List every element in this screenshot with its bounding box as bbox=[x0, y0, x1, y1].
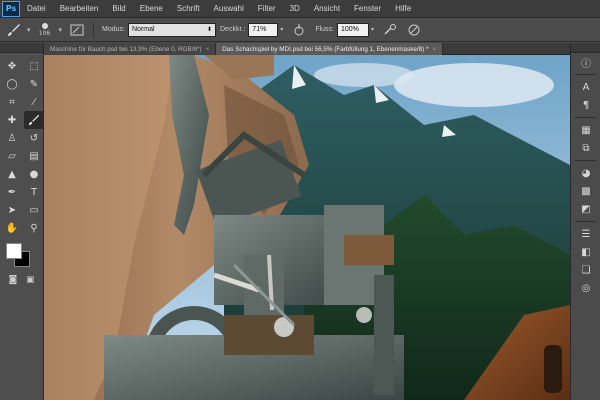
gradient-tool-icon[interactable]: ▤ bbox=[24, 147, 44, 165]
photoshop-logo: Ps bbox=[2, 0, 20, 17]
brush-tool-icon[interactable] bbox=[4, 20, 24, 40]
select-arrows-icon: ⬍ bbox=[206, 27, 212, 33]
screen-mode-icon[interactable]: ▣ bbox=[26, 275, 35, 285]
cloud bbox=[394, 63, 554, 107]
canvas-artwork bbox=[44, 55, 570, 400]
document-tab-active[interactable]: Das Schachspiel by MDI.psd bei 56,5% (Fa… bbox=[216, 43, 444, 55]
color-swatches bbox=[0, 241, 43, 271]
menu-schrift[interactable]: Schrift bbox=[170, 4, 207, 13]
color-panel-icon[interactable]: ◕ bbox=[571, 164, 600, 182]
layers-panel-icon[interactable]: ❏ bbox=[571, 261, 600, 279]
masks-panel-icon[interactable]: ◧ bbox=[571, 243, 600, 261]
menu-bild[interactable]: Bild bbox=[105, 4, 132, 13]
opacity-pressure-icon[interactable] bbox=[291, 22, 307, 38]
mode-value: Normal bbox=[132, 26, 155, 33]
close-icon[interactable]: × bbox=[432, 46, 436, 53]
adjustments-panel-icon[interactable]: ☰ bbox=[571, 225, 600, 243]
move-tool-icon[interactable]: ✥ bbox=[2, 57, 22, 75]
separator bbox=[93, 21, 95, 38]
eraser-tool-icon[interactable]: ▱ bbox=[2, 147, 22, 165]
separator bbox=[575, 74, 596, 75]
mode-label: Modus: bbox=[102, 26, 125, 33]
document-canvas[interactable] bbox=[44, 55, 570, 400]
menu-bearbeiten[interactable]: Bearbeiten bbox=[53, 4, 106, 13]
close-icon[interactable]: × bbox=[206, 46, 210, 53]
document-tab[interactable]: Maschine für Bauch.psd bei 13,9% (Ebene … bbox=[44, 43, 217, 55]
dodge-tool-icon[interactable]: ● bbox=[24, 165, 44, 183]
opacity-slider-caret-icon[interactable]: ▾ bbox=[280, 26, 283, 33]
eyedropper-tool-icon[interactable]: ⁄ bbox=[24, 93, 44, 111]
flow-input[interactable]: 100% bbox=[336, 22, 369, 37]
swatches-panel-icon[interactable]: ▩ bbox=[571, 182, 600, 200]
document-tab-label: Das Schachspiel by MDI.psd bei 56,5% (Fa… bbox=[222, 45, 429, 53]
separator bbox=[575, 221, 596, 222]
opacity-label: Deckkr.: bbox=[220, 26, 246, 33]
panel-grip[interactable] bbox=[571, 43, 600, 53]
flow-label: Fluss: bbox=[315, 26, 334, 33]
paragraph-panel-icon[interactable]: ¶ bbox=[571, 96, 600, 114]
panel-dock: ⓘ A ¶ ▦ ⧉ ◕ ▩ ◩ ☰ ◧ ❏ ◎ bbox=[570, 43, 600, 400]
brush-tool-icon-active[interactable] bbox=[24, 111, 44, 129]
menu-fenster[interactable]: Fenster bbox=[347, 4, 388, 13]
character-panel-icon[interactable]: A bbox=[571, 78, 600, 96]
tablet-pressure-size-icon[interactable] bbox=[406, 22, 422, 38]
hand-tool-icon[interactable]: ✋ bbox=[2, 219, 22, 237]
path-selection-tool-icon[interactable]: ➤ bbox=[2, 201, 22, 219]
opacity-input[interactable]: 71% bbox=[248, 22, 279, 37]
menu-bar: Ps Datei Bearbeiten Bild Ebene Schrift A… bbox=[0, 0, 600, 18]
menu-ebene[interactable]: Ebene bbox=[133, 4, 170, 13]
document-tab-bar: Maschine für Bauch.psd bei 13,9% (Ebene … bbox=[44, 43, 570, 55]
rect-marquee-tool-icon[interactable]: ⬚ bbox=[24, 57, 44, 75]
photoshop-window: Ps Datei Bearbeiten Bild Ebene Schrift A… bbox=[0, 0, 600, 400]
pen-tool-icon[interactable]: ✒ bbox=[2, 183, 22, 201]
shape-tool-icon[interactable]: ▭ bbox=[24, 201, 44, 219]
quick-selection-tool-icon[interactable]: ✎ bbox=[24, 75, 44, 93]
blur-tool-icon[interactable]: ▲ bbox=[2, 165, 22, 183]
brush-size-value: 106 bbox=[38, 29, 51, 37]
cloud bbox=[314, 63, 414, 87]
menu-auswahl[interactable]: Auswahl bbox=[207, 4, 251, 13]
options-bar: ▾ 106 ▾ Modus: Normal ⬍ Deckkr.: 71% ▾ F… bbox=[0, 18, 600, 42]
brush-preset-picker[interactable]: 106 bbox=[34, 20, 56, 40]
brush-panel-toggle-icon[interactable] bbox=[69, 22, 85, 38]
brush-preset-caret-icon[interactable]: ▾ bbox=[59, 26, 63, 34]
clone-source-panel-icon[interactable]: ⧉ bbox=[571, 139, 600, 157]
mode-select[interactable]: Normal ⬍ bbox=[128, 22, 216, 37]
type-tool-icon[interactable]: T bbox=[24, 183, 44, 201]
styles-panel-icon[interactable]: ◩ bbox=[571, 200, 600, 218]
info-panel-icon[interactable]: ⓘ bbox=[571, 53, 600, 71]
menu-hilfe[interactable]: Hilfe bbox=[388, 4, 418, 13]
brush-tip-icon bbox=[41, 22, 48, 29]
panel-grip[interactable] bbox=[0, 43, 43, 53]
quick-mask-icon[interactable]: ◙ bbox=[8, 275, 17, 285]
healing-brush-tool-icon[interactable]: ✚ bbox=[2, 111, 22, 129]
tools-panel: ✥ ⬚ ◯ ✎ ⌗ ⁄ ✚ ♙ ↺ ▱ ▤ ▲ ● ✒ T ➤ ▭ ✋ ⚲ ◙ … bbox=[0, 43, 44, 400]
menu-filter[interactable]: Filter bbox=[251, 4, 283, 13]
tool-preset-caret-icon[interactable]: ▾ bbox=[27, 26, 31, 34]
menu-ansicht[interactable]: Ansicht bbox=[307, 4, 347, 13]
brush-panel-icon[interactable]: ▦ bbox=[571, 121, 600, 139]
document-tab-label: Maschine für Bauch.psd bei 13,9% (Ebene … bbox=[50, 45, 202, 53]
zoom-tool-icon[interactable]: ⚲ bbox=[24, 219, 44, 237]
lasso-tool-icon[interactable]: ◯ bbox=[2, 75, 22, 93]
chess-piece bbox=[544, 345, 562, 393]
separator bbox=[575, 117, 596, 118]
crop-tool-icon[interactable]: ⌗ bbox=[2, 93, 22, 111]
clone-stamp-tool-icon[interactable]: ♙ bbox=[2, 129, 22, 147]
foreground-color-swatch[interactable] bbox=[6, 243, 22, 259]
airbrush-icon[interactable] bbox=[382, 22, 398, 38]
separator bbox=[575, 160, 596, 161]
flow-slider-caret-icon[interactable]: ▾ bbox=[371, 26, 374, 33]
menu-datei[interactable]: Datei bbox=[20, 4, 53, 13]
history-brush-tool-icon[interactable]: ↺ bbox=[24, 129, 44, 147]
channels-panel-icon[interactable]: ◎ bbox=[571, 279, 600, 297]
menu-3d[interactable]: 3D bbox=[283, 4, 307, 13]
